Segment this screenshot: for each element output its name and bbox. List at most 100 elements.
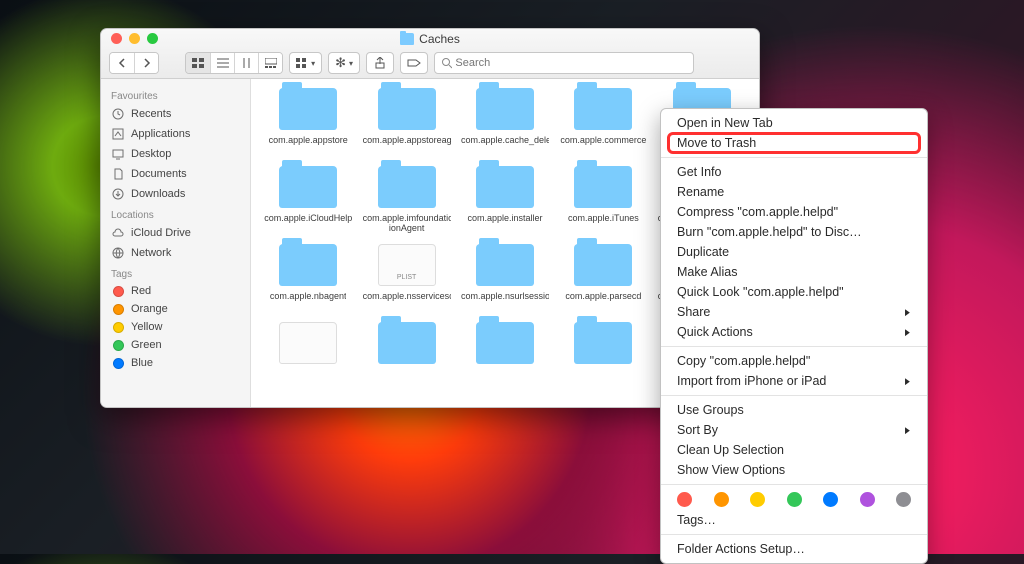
column-view-button[interactable]: [234, 53, 258, 73]
icon-view-button[interactable]: [186, 53, 210, 73]
menu-item-burn-com-apple-helpd-to-disc[interactable]: Burn "com.apple.helpd" to Disc…: [661, 222, 927, 242]
toolbar: ▾ ✻ ▾: [101, 49, 759, 78]
grid-item[interactable]: com.apple.commerce: [556, 85, 650, 159]
tag-color-row: [661, 489, 927, 510]
tag-color-dot[interactable]: [750, 492, 765, 507]
menu-item-make-alias[interactable]: Make Alias: [661, 262, 927, 282]
grid-item[interactable]: com.apple.appstore: [261, 85, 355, 159]
tag-color-dot[interactable]: [823, 492, 838, 507]
folder-icon: [574, 322, 632, 364]
tag-color-dot[interactable]: [860, 492, 875, 507]
sidebar-item-label: Red: [131, 285, 151, 297]
sidebar-item-documents[interactable]: Documents: [101, 164, 250, 184]
menu-item-tags[interactable]: Tags…: [661, 510, 927, 530]
action-button[interactable]: ✻ ▾: [328, 52, 360, 74]
menu-item-sort-by[interactable]: Sort By: [661, 420, 927, 440]
menu-item-import-from-iphone-or-ipad[interactable]: Import from iPhone or iPad: [661, 371, 927, 391]
sidebar-item-green[interactable]: Green: [101, 336, 250, 354]
app-icon: [111, 127, 125, 141]
tag-color-dot[interactable]: [896, 492, 911, 507]
sidebar-item-label: Blue: [131, 357, 153, 369]
gallery-view-button[interactable]: [258, 53, 282, 73]
menu-item-copy-com-apple-helpd[interactable]: Copy "com.apple.helpd": [661, 351, 927, 371]
grid-item[interactable]: com.apple.cache_delete: [458, 85, 552, 159]
grid-item[interactable]: com.apple.iCloudHelper: [261, 163, 355, 237]
sidebar-item-label: Applications: [131, 128, 190, 140]
sidebar-section-header: Locations: [101, 204, 250, 223]
list-view-button[interactable]: [210, 53, 234, 73]
grid-item-label: com.apple.nsservicescache.plist: [363, 292, 451, 312]
grid-item[interactable]: [556, 319, 650, 393]
menu-item-duplicate[interactable]: Duplicate: [661, 242, 927, 262]
grid-item[interactable]: com.apple.nbagent: [261, 241, 355, 315]
sidebar-item-network[interactable]: Network: [101, 243, 250, 263]
menu-item-compress-com-apple-helpd[interactable]: Compress "com.apple.helpd": [661, 202, 927, 222]
search-field[interactable]: [434, 52, 694, 74]
grid-item[interactable]: [458, 319, 552, 393]
sidebar-item-yellow[interactable]: Yellow: [101, 318, 250, 336]
menu-item-show-view-options[interactable]: Show View Options: [661, 460, 927, 480]
sidebar-item-downloads[interactable]: Downloads: [101, 184, 250, 204]
desktop-icon: [111, 147, 125, 161]
grid-item[interactable]: [261, 319, 355, 393]
tags-button[interactable]: [400, 52, 428, 74]
folder-icon: [279, 88, 337, 130]
folder-icon: [574, 166, 632, 208]
menu-item-quick-look-com-apple-helpd[interactable]: Quick Look "com.apple.helpd": [661, 282, 927, 302]
doc-icon: [111, 167, 125, 181]
sidebar-item-desktop[interactable]: Desktop: [101, 144, 250, 164]
grid-item[interactable]: [359, 319, 453, 393]
file-icon: [279, 322, 337, 364]
menu-item-label: Make Alias: [677, 265, 737, 279]
network-icon: [111, 246, 125, 260]
grid-item[interactable]: PLISTcom.apple.nsservicescache.plist: [359, 241, 453, 315]
menu-item-clean-up-selection[interactable]: Clean Up Selection: [661, 440, 927, 460]
back-button[interactable]: [110, 53, 134, 73]
grid-item-label: com.apple.commerce: [560, 136, 646, 156]
sidebar-item-applications[interactable]: Applications: [101, 124, 250, 144]
arrange-button[interactable]: ▾: [289, 52, 322, 74]
grid-item-label: com.apple.appstore: [269, 136, 348, 156]
menu-item-share[interactable]: Share: [661, 302, 927, 322]
grid-item-label: com.apple.iCloudHelper: [264, 214, 352, 234]
tag-dot-icon: [111, 304, 125, 315]
folder-icon: [476, 166, 534, 208]
tag-color-dot[interactable]: [714, 492, 729, 507]
tag-color-dot[interactable]: [677, 492, 692, 507]
grid-item-label: com.apple.imfoundation.I…ionAgent: [363, 214, 451, 234]
grid-item[interactable]: com.apple.iTunes: [556, 163, 650, 237]
sidebar-item-orange[interactable]: Orange: [101, 300, 250, 318]
grid-item[interactable]: com.apple.parsecd: [556, 241, 650, 315]
grid-item[interactable]: com.apple.appstoreagent: [359, 85, 453, 159]
menu-item-quick-actions[interactable]: Quick Actions: [661, 322, 927, 342]
sidebar-item-label: Yellow: [131, 321, 162, 333]
tag-dot-icon: [111, 286, 125, 297]
sidebar-item-blue[interactable]: Blue: [101, 354, 250, 372]
forward-button[interactable]: [134, 53, 158, 73]
search-input[interactable]: [455, 57, 687, 69]
grid-item[interactable]: com.apple.installer: [458, 163, 552, 237]
grid-item-label: com.apple.installer: [467, 214, 542, 234]
sidebar-item-label: Desktop: [131, 148, 171, 160]
sidebar-item-recents[interactable]: Recents: [101, 104, 250, 124]
menu-item-folder-actions-setup[interactable]: Folder Actions Setup…: [661, 539, 927, 559]
tag-color-dot[interactable]: [787, 492, 802, 507]
menu-item-label: Copy "com.apple.helpd": [677, 354, 810, 368]
menu-item-open-in-new-tab[interactable]: Open in New Tab: [661, 113, 927, 133]
grid-item[interactable]: com.apple.imfoundation.I…ionAgent: [359, 163, 453, 237]
grid-item[interactable]: com.apple.nsurlsessiond: [458, 241, 552, 315]
grid-item-label: com.apple.appstoreagent: [363, 136, 451, 156]
menu-item-move-to-trash[interactable]: Move to Trash: [661, 133, 927, 153]
share-button[interactable]: [366, 52, 394, 74]
menu-item-get-info[interactable]: Get Info: [661, 162, 927, 182]
sidebar-item-label: Orange: [131, 303, 168, 315]
menu-item-rename[interactable]: Rename: [661, 182, 927, 202]
sidebar-item-icloud-drive[interactable]: iCloud Drive: [101, 223, 250, 243]
grid-item-label: com.apple.nbagent: [270, 292, 347, 312]
window-title-text: Caches: [419, 32, 460, 46]
sidebar-item-label: Recents: [131, 108, 171, 120]
menu-item-label: Get Info: [677, 165, 721, 179]
sidebar-item-red[interactable]: Red: [101, 282, 250, 300]
tag-dot-icon: [111, 340, 125, 351]
menu-item-use-groups[interactable]: Use Groups: [661, 400, 927, 420]
